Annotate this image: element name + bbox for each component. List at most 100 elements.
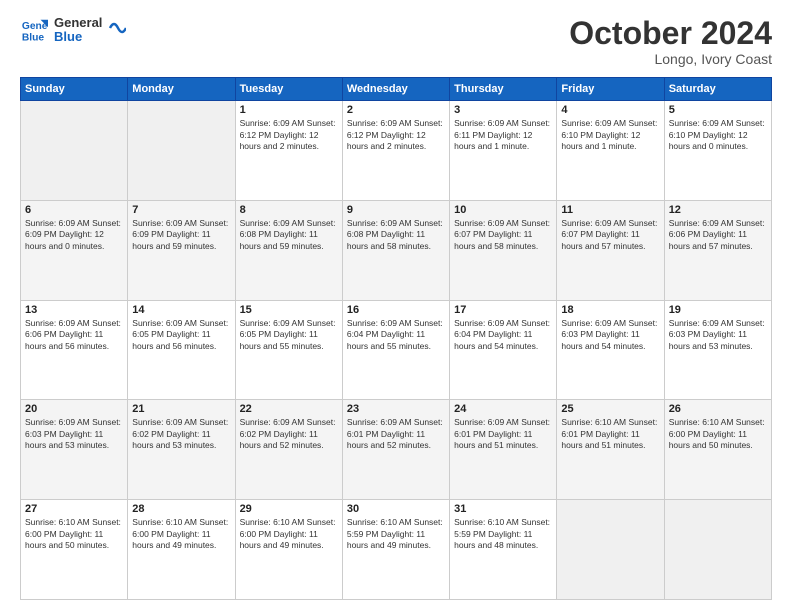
day-detail: Sunrise: 6:10 AM Sunset: 5:59 PM Dayligh… [454,517,552,551]
day-number: 4 [561,104,659,116]
day-number: 23 [347,403,445,415]
day-detail: Sunrise: 6:09 AM Sunset: 6:09 PM Dayligh… [25,218,123,252]
table-row: 20Sunrise: 6:09 AM Sunset: 6:03 PM Dayli… [21,400,128,500]
day-detail: Sunrise: 6:09 AM Sunset: 6:06 PM Dayligh… [669,218,767,252]
day-number: 20 [25,403,123,415]
calendar-week-row: 27Sunrise: 6:10 AM Sunset: 6:00 PM Dayli… [21,500,772,600]
table-row: 17Sunrise: 6:09 AM Sunset: 6:04 PM Dayli… [450,300,557,400]
logo-icon: General Blue [20,16,48,44]
day-detail: Sunrise: 6:09 AM Sunset: 6:10 PM Dayligh… [561,118,659,152]
table-row: 13 Sunrise: 6:09 AM Sunset: 6:06 PM Dayli… [21,300,128,400]
table-row [128,101,235,201]
table-row: 5 Sunrise: 6:09 AM Sunset: 6:10 PM Daylig… [664,101,771,201]
month-title: October 2024 [569,16,772,51]
table-row [664,500,771,600]
day-detail: Sunrise: 6:09 AM Sunset: 6:08 PM Dayligh… [240,218,338,252]
day-number: 26 [669,403,767,415]
day-number: 3 [454,104,552,116]
table-row: 28 Sunrise: 6:10 AM Sunset: 6:00 PM Dayli… [128,500,235,600]
day-number: 31 [454,503,552,515]
calendar-week-row: 6 Sunrise: 6:09 AM Sunset: 6:09 PM Daylig… [21,200,772,300]
day-detail: Sunrise: 6:09 AM Sunset: 6:04 PM Dayligh… [347,318,445,352]
day-detail: Sunrise: 6:10 AM Sunset: 6:00 PM Dayligh… [25,517,123,551]
day-detail: Sunrise: 6:09 AM Sunset: 6:08 PM Dayligh… [347,218,445,252]
day-number: 10 [454,204,552,216]
table-row: 10 Sunrise: 6:09 AM Sunset: 6:07 PM Dayli… [450,200,557,300]
day-number: 30 [347,503,445,515]
col-tuesday: Tuesday [235,78,342,101]
title-block: October 2024 Longo, Ivory Coast [569,16,772,67]
col-friday: Friday [557,78,664,101]
table-row: 29 Sunrise: 6:10 AM Sunset: 6:00 PM Dayli… [235,500,342,600]
col-monday: Monday [128,78,235,101]
table-row: 23 Sunrise: 6:09 AM Sunset: 6:01 PM Dayli… [342,400,449,500]
day-number: 28 [132,503,230,515]
day-number: 5 [669,104,767,116]
header: General Blue General Blue October 2024 L… [20,16,772,67]
day-number: 19 [669,304,767,316]
table-row [21,101,128,201]
table-row: 12 Sunrise: 6:09 AM Sunset: 6:06 PM Dayli… [664,200,771,300]
location: Longo, Ivory Coast [569,51,772,67]
day-detail: Sunrise: 6:09 AM Sunset: 6:02 PM Dayligh… [240,417,338,451]
table-row: 18Sunrise: 6:09 AM Sunset: 6:03 PM Dayli… [557,300,664,400]
calendar-week-row: 13 Sunrise: 6:09 AM Sunset: 6:06 PM Dayli… [21,300,772,400]
table-row: 16 Sunrise: 6:09 AM Sunset: 6:04 PM Dayli… [342,300,449,400]
table-row: 9 Sunrise: 6:09 AM Sunset: 6:08 PM Daylig… [342,200,449,300]
day-number: 14 [132,304,230,316]
day-detail: Sunrise: 6:09 AM Sunset: 6:11 PM Dayligh… [454,118,552,152]
day-detail: Sunrise: 6:09 AM Sunset: 6:10 PM Dayligh… [669,118,767,152]
day-detail: Sunrise: 6:10 AM Sunset: 6:00 PM Dayligh… [132,517,230,551]
day-detail: Sunrise: 6:09 AM Sunset: 6:01 PM Dayligh… [454,417,552,451]
day-number: 17 [454,304,552,316]
day-detail: Sunrise: 6:09 AM Sunset: 6:05 PM Dayligh… [240,318,338,352]
day-number: 12 [669,204,767,216]
calendar-table: Sunday Monday Tuesday Wednesday Thursday… [20,77,772,600]
table-row: 21 Sunrise: 6:09 AM Sunset: 6:02 PM Dayli… [128,400,235,500]
table-row: 15 Sunrise: 6:09 AM Sunset: 6:05 PM Dayli… [235,300,342,400]
day-detail: Sunrise: 6:09 AM Sunset: 6:07 PM Dayligh… [561,218,659,252]
calendar-week-row: 20Sunrise: 6:09 AM Sunset: 6:03 PM Dayli… [21,400,772,500]
day-number: 7 [132,204,230,216]
day-number: 11 [561,204,659,216]
day-number: 24 [454,403,552,415]
day-detail: Sunrise: 6:10 AM Sunset: 6:00 PM Dayligh… [669,417,767,451]
day-detail: Sunrise: 6:09 AM Sunset: 6:05 PM Dayligh… [132,318,230,352]
day-detail: Sunrise: 6:09 AM Sunset: 6:07 PM Dayligh… [454,218,552,252]
logo-text-general: General [54,16,102,30]
day-number: 16 [347,304,445,316]
day-number: 25 [561,403,659,415]
day-number: 2 [347,104,445,116]
table-row: 26 Sunrise: 6:10 AM Sunset: 6:00 PM Dayli… [664,400,771,500]
day-detail: Sunrise: 6:10 AM Sunset: 5:59 PM Dayligh… [347,517,445,551]
day-number: 13 [25,304,123,316]
day-detail: Sunrise: 6:09 AM Sunset: 6:06 PM Dayligh… [25,318,123,352]
day-detail: Sunrise: 6:09 AM Sunset: 6:03 PM Dayligh… [669,318,767,352]
day-detail: Sunrise: 6:09 AM Sunset: 6:03 PM Dayligh… [561,318,659,352]
calendar-week-row: 1 Sunrise: 6:09 AM Sunset: 6:12 PM Daylig… [21,101,772,201]
day-number: 6 [25,204,123,216]
table-row: 2 Sunrise: 6:09 AM Sunset: 6:12 PM Daylig… [342,101,449,201]
col-sunday: Sunday [21,78,128,101]
day-number: 9 [347,204,445,216]
logo: General Blue General Blue [20,16,126,45]
day-detail: Sunrise: 6:09 AM Sunset: 6:01 PM Dayligh… [347,417,445,451]
day-number: 29 [240,503,338,515]
day-number: 8 [240,204,338,216]
table-row: 6 Sunrise: 6:09 AM Sunset: 6:09 PM Daylig… [21,200,128,300]
col-saturday: Saturday [664,78,771,101]
day-number: 1 [240,104,338,116]
day-detail: Sunrise: 6:10 AM Sunset: 6:00 PM Dayligh… [240,517,338,551]
day-detail: Sunrise: 6:09 AM Sunset: 6:12 PM Dayligh… [347,118,445,152]
table-row: 7Sunrise: 6:09 AM Sunset: 6:09 PM Daylig… [128,200,235,300]
day-detail: Sunrise: 6:09 AM Sunset: 6:02 PM Dayligh… [132,417,230,451]
table-row: 11 Sunrise: 6:09 AM Sunset: 6:07 PM Dayli… [557,200,664,300]
day-number: 21 [132,403,230,415]
table-row: 1 Sunrise: 6:09 AM Sunset: 6:12 PM Daylig… [235,101,342,201]
table-row: 4 Sunrise: 6:09 AM Sunset: 6:10 PM Daylig… [557,101,664,201]
day-detail: Sunrise: 6:09 AM Sunset: 6:12 PM Dayligh… [240,118,338,152]
table-row [557,500,664,600]
calendar-header-row: Sunday Monday Tuesday Wednesday Thursday… [21,78,772,101]
day-number: 15 [240,304,338,316]
table-row: 8 Sunrise: 6:09 AM Sunset: 6:08 PM Daylig… [235,200,342,300]
